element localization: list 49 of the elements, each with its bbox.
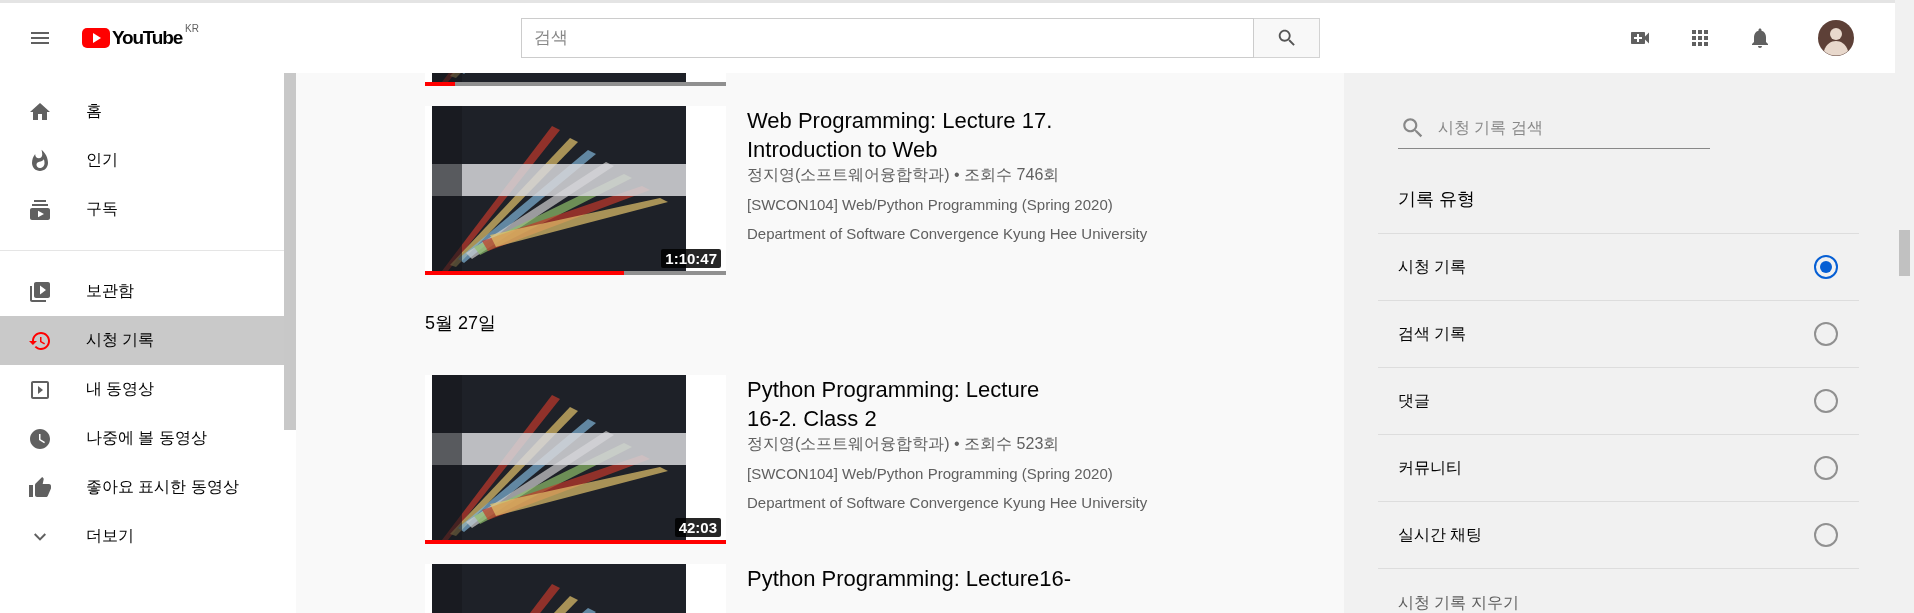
video-description: Department of Software Convergence Kyung Hee University [747, 224, 1148, 244]
avatar[interactable] [1818, 20, 1854, 56]
date-heading: 5월 27일 [425, 312, 498, 335]
thumbs-up-icon [28, 475, 52, 500]
play-logo-icon [82, 28, 110, 48]
sidebar-item[interactable]: 좋아요 표시한 동영상 [0, 463, 284, 512]
sidebar-item[interactable]: 구독 [0, 185, 284, 234]
history-type-option[interactable]: 커뮤니티 [1378, 434, 1859, 501]
sidebar-item[interactable]: 홈 [0, 87, 284, 136]
sidebar-item[interactable]: 보관함 [0, 267, 284, 316]
video-title[interactable]: Python Programming: Lecture 16-2. Class 2 [747, 375, 1077, 433]
history-type-option[interactable]: 시청 기록 [1378, 233, 1859, 300]
search-field[interactable]: 검색 [521, 18, 1254, 58]
video-meta: 정지영(소프트웨어융합학과) • 조회수 746회 [747, 165, 1061, 185]
history-search-field[interactable]: 시청 기록 검색 [1436, 118, 1690, 138]
video-meta: 정지영(소프트웨어융합학과) • 조회수 523회 [747, 434, 1061, 454]
chevron-down-icon [34, 532, 46, 541]
history-type-option[interactable]: 검색 기록 [1378, 300, 1859, 367]
radio-button[interactable] [1814, 456, 1838, 480]
scrollbar-thumb[interactable] [284, 73, 296, 430]
video-description: Department of Software Convergence Kyung Hee University [747, 493, 1148, 513]
video-thumbnail[interactable]: 42:03 [425, 375, 726, 544]
clear-history-link[interactable]: 시청 기록 지우기 [1378, 568, 1859, 613]
radio-button[interactable] [1814, 523, 1838, 547]
subscriptions-icon [28, 197, 52, 222]
sidebar-item[interactable]: 인기 [0, 136, 284, 185]
radio-button[interactable] [1814, 389, 1838, 413]
video-title[interactable]: Python Programming: Lecture16- [747, 564, 1077, 593]
library-icon [28, 279, 52, 304]
history-type-option[interactable]: 댓글 [1378, 367, 1859, 434]
video-title[interactable]: Web Programming: Lecture 17. Introduction to Web [747, 106, 1077, 164]
duration-badge: 42:03 [674, 518, 721, 537]
radio-button[interactable] [1814, 322, 1838, 346]
video-description: [SWCON104] Web/Python Programming (Spring 2020) [747, 464, 1114, 484]
clock-icon [28, 426, 52, 451]
sidebar-item[interactable]: 더보기 [0, 512, 284, 561]
video-thumbnail[interactable]: 1:10:47 [425, 106, 726, 275]
duration-badge: 1:10:47 [661, 249, 721, 268]
region-label: KR [185, 24, 199, 34]
search-button[interactable] [1254, 18, 1320, 58]
radio-button[interactable] [1814, 255, 1838, 279]
scrollbar-thumb[interactable] [1899, 230, 1910, 276]
section-heading: 기록 유형 [1398, 188, 1476, 211]
sidebar-item[interactable]: 내 동영상 [0, 365, 284, 414]
video-thumbnail[interactable] [425, 73, 726, 86]
video-description: [SWCON104] Web/Python Programming (Spring 2020) [747, 195, 1114, 215]
sidebar-item[interactable]: 시청 기록 [0, 316, 284, 365]
sidebar-item[interactable]: 나중에 볼 동영상 [0, 414, 284, 463]
history-type-option[interactable]: 실시간 채팅 [1378, 501, 1859, 568]
